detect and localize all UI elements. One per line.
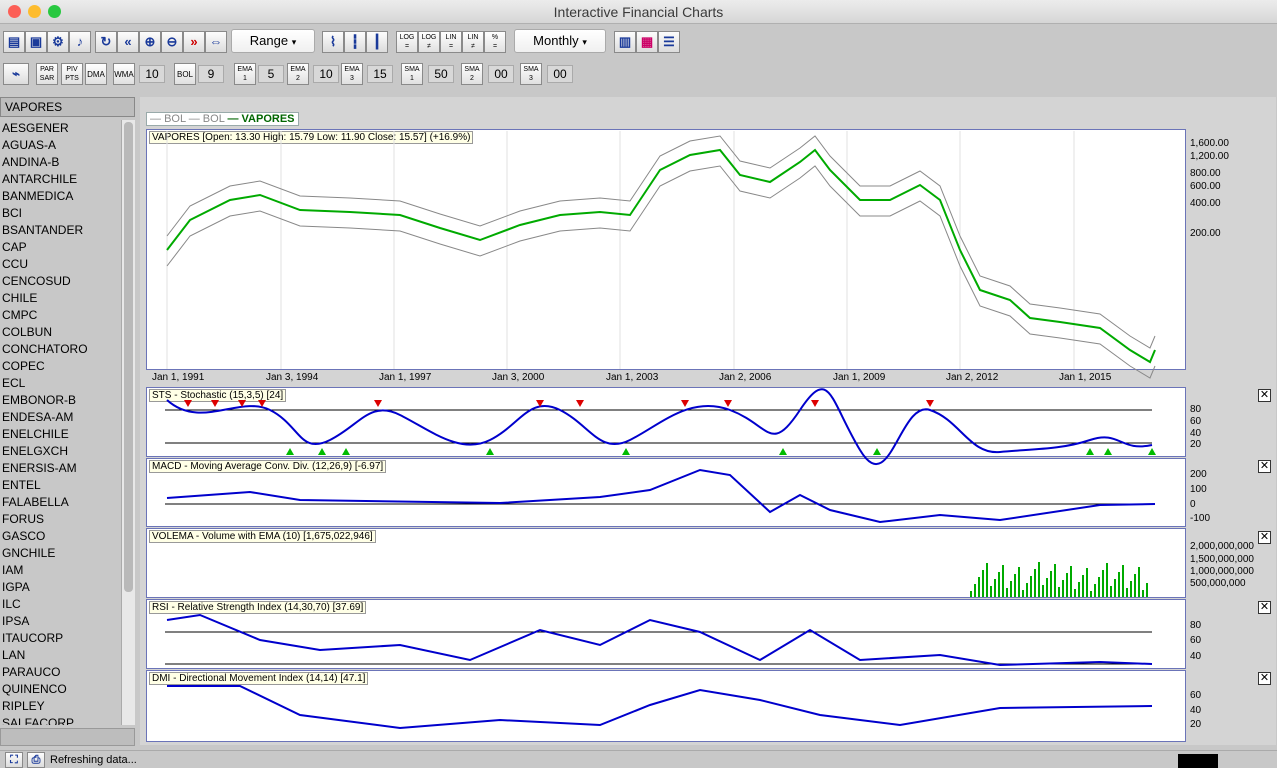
buy-marker xyxy=(779,448,787,455)
volume-bar xyxy=(970,591,972,597)
volume-bar xyxy=(1038,562,1040,597)
fullscreen-icon[interactable]: ⛶ xyxy=(5,752,23,768)
volume-bar xyxy=(1090,591,1092,597)
volume-bar xyxy=(1062,580,1064,597)
sell-marker xyxy=(681,400,689,407)
volume-bar xyxy=(1098,577,1100,597)
sell-marker xyxy=(576,400,584,407)
volume-bar xyxy=(978,577,980,597)
sell-marker xyxy=(724,400,732,407)
sell-marker xyxy=(811,400,819,407)
buy-marker xyxy=(1104,448,1112,455)
sell-marker xyxy=(184,400,192,407)
sts-line xyxy=(166,388,1153,466)
buy-marker xyxy=(1148,448,1156,455)
buy-marker xyxy=(286,448,294,455)
sell-marker xyxy=(374,400,382,407)
status-indicator xyxy=(1178,754,1218,768)
volume-bar xyxy=(1102,570,1104,597)
volume-bar xyxy=(1066,573,1068,597)
volume-bar xyxy=(1026,583,1028,597)
volume-bar xyxy=(1130,581,1132,597)
volume-bar xyxy=(990,586,992,597)
volume-bar xyxy=(998,572,1000,597)
volume-bar xyxy=(986,563,988,597)
volume-bar xyxy=(1006,588,1008,597)
buy-marker xyxy=(1086,448,1094,455)
volume-bar xyxy=(1070,566,1072,597)
volume-bar xyxy=(1142,590,1144,597)
buy-marker xyxy=(342,448,350,455)
rsi-line xyxy=(166,613,1153,667)
volume-bar xyxy=(1146,583,1148,597)
buy-marker xyxy=(318,448,326,455)
volume-bar xyxy=(1086,568,1088,597)
volume-bar xyxy=(994,579,996,597)
volume-bar xyxy=(1122,565,1124,597)
volume-bar xyxy=(1022,590,1024,597)
volume-bar xyxy=(1046,578,1048,597)
volume-bar xyxy=(1058,587,1060,597)
bollinger-upper xyxy=(166,135,1156,349)
volume-bar xyxy=(1082,575,1084,597)
macd-line xyxy=(166,468,1156,524)
volume-bar xyxy=(1126,588,1128,597)
volume-bar xyxy=(1054,564,1056,597)
sell-marker xyxy=(211,400,219,407)
volume-bar xyxy=(1042,585,1044,597)
volume-bar xyxy=(982,570,984,597)
volume-bar xyxy=(1018,567,1020,597)
volume-bar xyxy=(1110,586,1112,597)
dmi-adx-line xyxy=(167,685,1153,730)
volume-bar xyxy=(1034,569,1036,597)
volume-bar xyxy=(1050,571,1052,597)
volume-bar xyxy=(1106,563,1108,597)
volume-bar xyxy=(1010,581,1012,597)
volume-bar xyxy=(1118,572,1120,597)
volume-bar xyxy=(1094,584,1096,597)
volume-bar xyxy=(1002,565,1004,597)
volume-bar xyxy=(1030,576,1032,597)
buy-marker xyxy=(622,448,630,455)
bollinger-lower xyxy=(166,165,1156,379)
volume-bar xyxy=(974,584,976,597)
sell-marker xyxy=(926,400,934,407)
volume-bar xyxy=(1014,574,1016,597)
print-icon[interactable]: ⎙ xyxy=(27,752,45,768)
chart-plots xyxy=(165,131,1156,730)
volume-bar xyxy=(1114,579,1116,597)
volume-bar xyxy=(1134,574,1136,597)
buy-marker xyxy=(486,448,494,455)
volume-bar xyxy=(1074,589,1076,597)
volume-bar xyxy=(1078,582,1080,597)
volume-bar xyxy=(1138,567,1140,597)
status-text: Refreshing data... xyxy=(50,754,137,766)
status-bar: ⛶ ⎙ Refreshing data... xyxy=(0,750,1277,768)
price-line xyxy=(166,148,1156,364)
buy-marker xyxy=(873,448,881,455)
